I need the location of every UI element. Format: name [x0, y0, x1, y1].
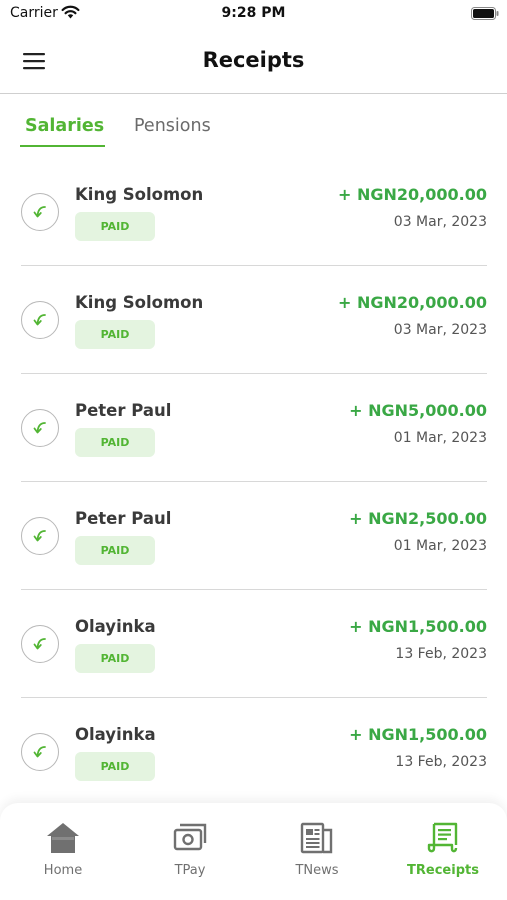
tab-salaries[interactable]: Salaries [25, 116, 104, 144]
app-header: Receipts [0, 28, 507, 94]
status-badge: PAID [75, 536, 155, 565]
payer-name: Olayinka [75, 725, 156, 744]
receipt-icon [427, 822, 458, 853]
tabbar-label-treceipts: TReceipts [407, 863, 479, 878]
tabbar-item-tnews[interactable]: TNews [262, 821, 372, 885]
home-icon [47, 823, 79, 853]
receipt-amount: + NGN2,500.00 [349, 509, 487, 528]
payer-name: Olayinka [75, 617, 156, 636]
receipt-list: King Solomon PAID + NGN20,000.00 03 Mar,… [0, 158, 507, 806]
receipt-amount: + NGN20,000.00 [338, 293, 487, 312]
tabbar-item-tpay[interactable]: TPay [135, 821, 245, 885]
incoming-arrow-icon [21, 409, 59, 447]
receipt-date: 13 Feb, 2023 [395, 754, 487, 770]
status-badge: PAID [75, 320, 155, 349]
tabbar-label-home: Home [43, 863, 83, 878]
incoming-arrow-icon [21, 193, 59, 231]
status-badge: PAID [75, 752, 155, 781]
cash-icon [173, 823, 207, 851]
payer-name: King Solomon [75, 185, 204, 204]
incoming-arrow-icon [21, 625, 59, 663]
status-bar: Carrier 9:28 PM [0, 0, 507, 28]
tab-pensions-label: Pensions [134, 116, 211, 136]
tabbar-item-treceipts[interactable]: TReceipts [388, 821, 498, 885]
receipt-row[interactable]: Olayinka PAID + NGN1,500.00 13 Feb, 2023 [21, 590, 487, 698]
receipt-date: 01 Mar, 2023 [393, 430, 487, 446]
receipt-date: 01 Mar, 2023 [393, 538, 487, 554]
receipt-row[interactable]: King Solomon PAID + NGN20,000.00 03 Mar,… [21, 266, 487, 374]
status-badge: PAID [75, 644, 155, 673]
receipt-row[interactable]: Peter Paul PAID + NGN2,500.00 01 Mar, 20… [21, 482, 487, 590]
receipt-amount: + NGN1,500.00 [349, 725, 487, 744]
receipt-date: 13 Feb, 2023 [395, 646, 487, 662]
incoming-arrow-icon [21, 733, 59, 771]
receipt-row[interactable]: Peter Paul PAID + NGN5,000.00 01 Mar, 20… [21, 374, 487, 482]
tab-pensions[interactable]: Pensions [134, 116, 211, 136]
receipt-row[interactable]: Olayinka PAID + NGN1,500.00 13 Feb, 2023 [21, 698, 487, 806]
status-badge: PAID [75, 212, 155, 241]
page-title: Receipts [202, 48, 305, 72]
status-time: 9:28 PM [221, 5, 286, 21]
battery-icon [471, 7, 499, 20]
payer-name: King Solomon [75, 293, 204, 312]
payer-name: Peter Paul [75, 401, 172, 420]
status-badge: PAID [75, 428, 155, 457]
incoming-arrow-icon [21, 301, 59, 339]
tabbar-label-tnews: TNews [295, 863, 339, 878]
tab-salaries-label: Salaries [25, 116, 105, 136]
tabbar-label-tpay: TPay [174, 863, 206, 878]
receipt-amount: + NGN5,000.00 [349, 401, 487, 420]
bottom-tab-bar: Home TPay TNews TReceipts [0, 803, 507, 900]
receipt-row[interactable]: King Solomon PAID + NGN20,000.00 03 Mar,… [21, 158, 487, 266]
receipt-date: 03 Mar, 2023 [393, 214, 487, 230]
receipt-date: 03 Mar, 2023 [393, 322, 487, 338]
tabbar-item-home[interactable]: Home [8, 821, 118, 885]
payer-name: Peter Paul [75, 509, 172, 528]
active-tab-indicator [20, 145, 105, 147]
receipt-amount: + NGN20,000.00 [338, 185, 487, 204]
incoming-arrow-icon [21, 517, 59, 555]
receipt-amount: + NGN1,500.00 [349, 617, 487, 636]
newspaper-icon [300, 822, 333, 854]
